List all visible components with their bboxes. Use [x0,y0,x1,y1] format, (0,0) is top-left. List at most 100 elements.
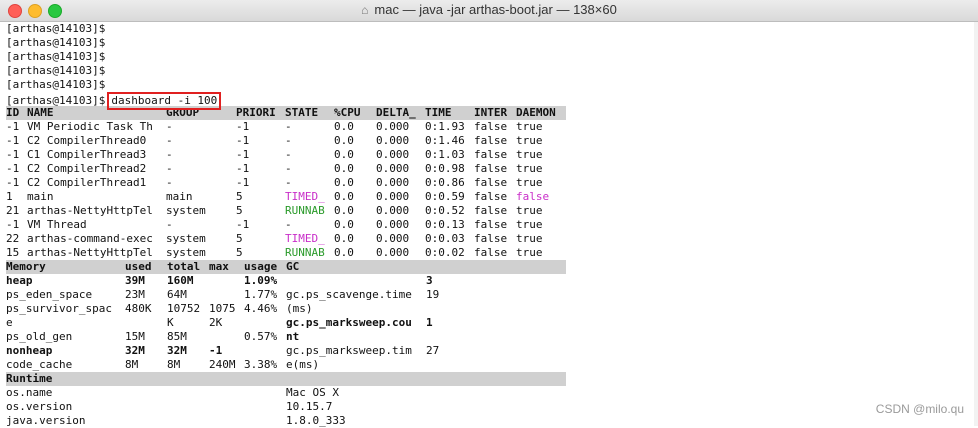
thread-cell: 0.0 [334,162,354,175]
thread-cell: 0:0.52 [425,204,465,217]
prompt-line: [arthas@14103]$ [6,50,106,63]
memory-cell: (ms) [286,302,313,315]
memory-cell: 3 [426,274,433,287]
memory-cell: 10752 [167,302,201,315]
thread-row: 1 main main 5 TIMED_ 0.0 0.000 0:0.59 false false [6,190,966,204]
thread-cell: true [516,148,543,161]
thread-cell: true [516,204,543,217]
memory-cell: ps_survivor_spac [6,302,112,315]
memory-cell: 1.09% [244,274,278,287]
prompt-line: [arthas@14103]$ [6,64,106,77]
thread-cell: C2 CompilerThread1 [27,176,147,189]
thread-row: 21 arthas-NettyHttpTel system 5 RUNNAB 0.0 0.0… [6,204,966,218]
runtime-title: Runtime [6,372,53,385]
thread-cell: 0.000 [376,134,410,147]
thread-table-header: ID NAME GROUP PRIORI STATE %CPU DELTA_ TIME INTE… [6,106,566,120]
thread-cell: true [516,232,543,245]
thread-col-header: TIME [425,106,452,119]
terminal-scrollbar[interactable] [974,22,978,426]
memory-cell: 0.57% [244,330,278,343]
window-title-wrap: ⌂ mac — java -jar arthas-boot.jar — 138×6… [0,2,978,17]
memory-cell: 32M [167,344,187,357]
thread-cell: -1 [236,148,250,161]
thread-cell: - [285,176,292,189]
memory-cell: nonheap [6,344,53,357]
thread-cell: true [516,218,543,231]
thread-cell: system [166,232,206,245]
command-line: [arthas@14103]$ dashboard -i 100 [6,92,966,110]
thread-cell: false [474,218,508,231]
thread-cell: - [285,148,292,161]
memory-cell: 19 [426,288,440,301]
thread-cell: 0.0 [334,190,354,203]
thread-cell: 0.000 [376,176,410,189]
thread-cell: -1 [6,176,20,189]
thread-cell: 0.0 [334,176,354,189]
thread-cell: main [166,190,193,203]
memory-cell: ps_old_gen [6,330,73,343]
thread-cell: -1 [236,218,250,231]
thread-cell: 0:0.02 [425,246,465,259]
thread-col-header: PRIORI [236,106,276,119]
thread-cell: - [166,218,173,231]
memory-cell [244,344,286,358]
memory-cell: 160M [167,274,194,287]
memory-cell [125,316,167,330]
memory-cell: K [167,316,174,329]
window-titlebar: ⌂ mac — java -jar arthas-boot.jar — 138×6… [0,0,978,22]
thread-cell: arthas-NettyHttpTel [27,204,153,217]
thread-row: -1 C1 CompilerThread3 - -1 - 0.0 0.000 0:1.03 fa… [6,148,966,162]
thread-cell: false [474,246,508,259]
thread-cell: RUNNAB [285,246,325,259]
memory-row: ps_old_gen 15M 85M 0.57% nt [6,330,966,344]
thread-cell: -1 [236,162,250,175]
memory-cell: 23M [125,288,145,301]
prompt-line: [arthas@14103]$ [6,78,106,91]
memory-cell: code_cache [6,358,73,371]
command-prompt: [arthas@14103]$ [6,94,106,107]
runtime-row: os.version 10.15.7 [6,400,966,414]
thread-cell: -1 [236,120,250,133]
memory-col-header: Memory [6,260,46,273]
thread-cell: TIMED_ [285,190,325,203]
memory-col-header: GC [286,260,300,273]
thread-cell: false [516,190,550,203]
thread-cell: 0.000 [376,190,410,203]
thread-cell: - [166,148,173,161]
memory-cell [209,288,244,302]
thread-cell: 0:0.98 [425,162,465,175]
thread-cell: -1 [236,176,250,189]
memory-cell: gc.ps_marksweep.tim [286,344,412,357]
memory-row: heap 39M 160M 1.09% 3 [6,274,966,288]
memory-cell: 15M [125,330,145,343]
thread-cell: - [285,120,292,133]
thread-cell: 0.000 [376,218,410,231]
thread-cell: 5 [236,246,243,259]
memory-row: ps_survivor_spac 480K 10752 1075 4.46% (ms) [6,302,966,316]
thread-cell: 0:1.03 [425,148,465,161]
thread-cell: main [27,190,54,203]
thread-cell: false [474,134,508,147]
thread-cell: false [474,232,508,245]
thread-cell: -1 [6,162,20,175]
thread-cell: 0:1.93 [425,120,465,133]
memory-cell [426,330,566,344]
thread-cell: 5 [236,190,243,203]
thread-cell: VM Periodic Task Th [27,120,153,133]
memory-cell: 1 [426,316,433,329]
thread-cell: 0.0 [334,134,354,147]
thread-row: -1 VM Thread - -1 - 0.0 0.000 0:0.13 false true [6,218,966,232]
thread-cell: system [166,246,206,259]
thread-cell: 15 [6,246,20,259]
memory-cell: nt [286,330,300,343]
thread-cell: -1 [236,134,250,147]
memory-cell: 1.77% [244,288,278,301]
thread-cell: -1 [6,148,20,161]
memory-cell: -1 [209,344,223,357]
thread-cell: false [474,120,508,133]
thread-cell: true [516,176,543,189]
memory-cell [426,358,566,372]
terminal-output[interactable]: [arthas@14103]$ [arthas@14103]$ [arthas@14… [6,22,966,428]
thread-cell: true [516,120,543,133]
thread-cell: arthas-NettyHttpTel [27,246,153,259]
